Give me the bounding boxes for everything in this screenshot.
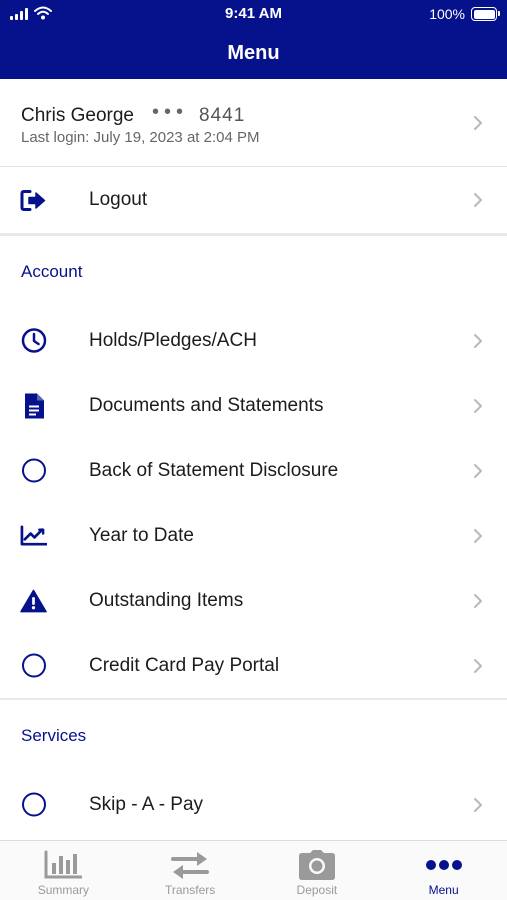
tab-deposit[interactable]: Deposit [254, 841, 381, 900]
page-title: Menu [0, 30, 507, 79]
tab-menu[interactable]: Menu [380, 841, 507, 900]
menu-item-skip-a-pay[interactable]: Skip - A - Pay [0, 772, 507, 837]
logout-row[interactable]: Logout [0, 167, 507, 233]
menu-item-holds-pledges-ach[interactable]: Holds/Pledges/ACH [0, 308, 507, 373]
tab-transfers[interactable]: Transfers [127, 841, 254, 900]
circle-icon [20, 457, 47, 484]
tab-bar: Summary Transfers Deposit Menu [0, 840, 507, 900]
logout-label: Logout [89, 189, 148, 210]
menu-item-label: Credit Card Pay Portal [89, 654, 280, 676]
camera-icon [297, 848, 337, 882]
battery-icon [471, 7, 500, 21]
menu-item-documents-statements[interactable]: Documents and Statements [0, 373, 507, 438]
logout-icon [20, 187, 47, 214]
menu-item-label: Documents and Statements [89, 394, 324, 416]
bar-chart-icon [43, 848, 83, 882]
chevron-right-icon [474, 193, 482, 207]
menu-item-label: Year to Date [89, 524, 194, 546]
menu-item-label: Outstanding Items [89, 589, 244, 611]
chevron-right-icon [474, 463, 482, 478]
section-title-services: Services [21, 726, 87, 745]
menu-item-back-of-statement-disclosure[interactable]: Back of Statement Disclosure [0, 438, 507, 503]
menu-item-label: Back of Statement Disclosure [89, 459, 339, 481]
transfer-arrows-icon [170, 848, 210, 882]
warning-icon [20, 587, 47, 614]
profile-name: Chris George [21, 105, 134, 126]
menu-item-outstanding-items[interactable]: Outstanding Items [0, 568, 507, 633]
tab-label: Deposit [296, 883, 338, 897]
chevron-right-icon [474, 116, 482, 130]
chevron-right-icon [474, 333, 482, 348]
section-header-services: Services [0, 700, 507, 772]
tab-label: Transfers [165, 883, 216, 897]
status-bar: 9:41 AM 100% [0, 0, 507, 30]
menu-item-label: Holds/Pledges/ACH [89, 329, 257, 351]
trending-chart-icon [20, 522, 47, 549]
circle-icon [20, 791, 47, 818]
profile-row[interactable]: Chris George ••• 8441 Last login: July 1… [0, 79, 507, 167]
masked-account-dots: ••• [152, 101, 189, 123]
section-header-account: Account [0, 236, 507, 308]
battery-percentage: 100% [429, 6, 465, 22]
chevron-right-icon [474, 398, 482, 413]
document-icon [20, 392, 47, 419]
menu-list[interactable]: Chris George ••• 8441 Last login: July 1… [0, 79, 507, 840]
chevron-right-icon [474, 658, 482, 673]
last-login-text: Last login: July 19, 2023 at 2:04 PM [21, 129, 260, 146]
chevron-right-icon [474, 528, 482, 543]
more-dots-icon [424, 848, 464, 882]
tab-label: Summary [37, 883, 90, 897]
chevron-right-icon [474, 593, 482, 608]
chevron-right-icon [474, 797, 482, 812]
tab-label: Menu [428, 883, 459, 897]
section-title-account: Account [21, 262, 83, 281]
tab-summary[interactable]: Summary [0, 841, 127, 900]
menu-item-year-to-date[interactable]: Year to Date [0, 503, 507, 568]
account-last4: 8441 [199, 105, 246, 126]
menu-item-label: Skip - A - Pay [89, 793, 204, 815]
circle-icon [20, 652, 47, 679]
menu-item-credit-card-pay-portal[interactable]: Credit Card Pay Portal [0, 633, 507, 698]
clock-icon [20, 327, 47, 354]
